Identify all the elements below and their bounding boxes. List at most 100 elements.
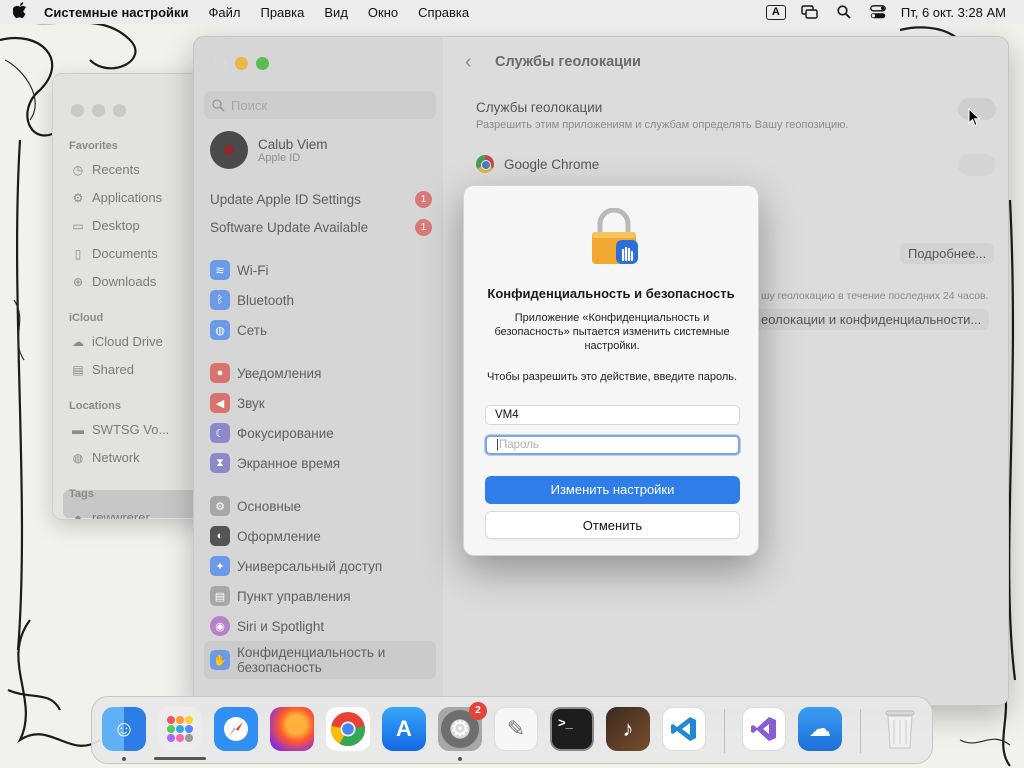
profile-sub: Apple ID: [258, 151, 301, 164]
sidebar-item-label: Звук: [237, 395, 265, 411]
control-center-icon[interactable]: [861, 5, 895, 19]
finder-item-documents[interactable]: ▯ Documents: [71, 246, 158, 261]
bluetooth-icon: ᛒ: [210, 290, 230, 310]
sidebar-item-notifications[interactable]: ● Уведомления: [210, 363, 321, 383]
software-update-notice[interactable]: Software Update Available 1: [210, 219, 432, 236]
settings-search-field[interactable]: Поиск: [204, 91, 436, 119]
menu-file[interactable]: Файл: [199, 5, 251, 20]
finder-minimize-button[interactable]: [92, 104, 105, 117]
trash-icon[interactable]: [878, 707, 922, 751]
finder-item-applications[interactable]: ⚙ Applications: [71, 190, 163, 205]
siri-icon: ◉: [210, 616, 230, 636]
tag-dot-icon: ●: [74, 510, 82, 520]
sidebar-item-wifi[interactable]: ≋ Wi-Fi: [210, 260, 268, 280]
back-chevron-icon[interactable]: ‹: [465, 51, 472, 74]
bell-icon: ●: [210, 363, 230, 383]
terminal-icon[interactable]: >_: [550, 707, 594, 751]
download-icon: ⊕: [72, 274, 84, 289]
vscode-icon[interactable]: [662, 707, 706, 751]
instruments-icon[interactable]: ♪: [606, 707, 650, 751]
launchpad-underline: [154, 757, 206, 760]
finder-item-shared[interactable]: ▤ Shared: [71, 362, 134, 377]
sidebar-item-label: Wi-Fi: [237, 262, 269, 278]
sidebar-item-label: Bluetooth: [237, 292, 295, 308]
sidebar-item-siri[interactable]: ◉ Siri и Spotlight: [210, 616, 324, 636]
apple-id-profile[interactable]: Calub Viem Apple ID: [210, 131, 328, 169]
sidebar-item-privacy[interactable]: ✋ Конфиденциальность и безопасность: [204, 641, 436, 679]
finder-item-tag[interactable]: ● rewwrerer: [71, 510, 149, 520]
authentication-dialog: Конфиденциальность и безопасность Прилож…: [463, 185, 759, 556]
speaker-icon: ◀: [210, 393, 230, 413]
firefox-icon[interactable]: [270, 707, 314, 751]
finder-item-label: Applications: [92, 190, 163, 205]
running-indicator: [122, 757, 126, 761]
sidebar-item-label: Конфиденциальность и безопасность: [237, 645, 386, 675]
finder-item-icloud-drive[interactable]: ☁ iCloud Drive: [71, 334, 163, 349]
sidebar-item-accessibility[interactable]: ✦ Универсальный доступ: [210, 556, 382, 576]
modify-settings-button[interactable]: Изменить настройки: [485, 476, 740, 504]
applications-icon: ⚙: [72, 190, 84, 205]
launchpad-icon[interactable]: [158, 707, 202, 751]
sidebar-item-focus[interactable]: ☾ Фокусирование: [210, 423, 334, 443]
sidebar-item-label: Фокусирование: [237, 425, 334, 441]
app-row-label: Google Chrome: [504, 156, 600, 172]
username-field[interactable]: VM4: [485, 405, 740, 425]
clock-icon: ◷: [72, 162, 84, 177]
accessibility-icon: ✦: [210, 556, 230, 576]
details-button[interactable]: Подробнее...: [900, 243, 995, 264]
globe-icon: ◍: [72, 450, 84, 465]
finder-section-favorites: Favorites: [69, 140, 118, 152]
menu-clock[interactable]: Пт, 6 окт. 3:28 AM: [895, 5, 1006, 20]
spotlight-search-icon[interactable]: [827, 5, 861, 19]
apple-menu-icon[interactable]: [0, 2, 40, 22]
menu-help[interactable]: Справка: [408, 5, 479, 20]
sidebar-item-sound[interactable]: ◀ Звук: [210, 393, 265, 413]
update-apple-id-notice[interactable]: Update Apple ID Settings 1: [210, 191, 432, 208]
visual-studio-icon[interactable]: [742, 707, 786, 751]
chrome-location-toggle[interactable]: [958, 154, 996, 176]
safari-icon[interactable]: [214, 707, 258, 751]
sidebar-item-network[interactable]: ◍ Сеть: [210, 320, 267, 340]
settings-zoom-button[interactable]: [256, 57, 269, 70]
finder-zoom-button[interactable]: [113, 104, 126, 117]
finder-close-button[interactable]: [71, 104, 84, 117]
finder-icon[interactable]: ☺: [102, 707, 146, 751]
screen-mirroring-icon[interactable]: [793, 5, 827, 19]
finder-item-volume[interactable]: ▬ SWTSG Vo...: [71, 422, 169, 437]
input-source-icon[interactable]: A: [759, 4, 793, 20]
finder-item-label: Desktop: [92, 218, 140, 233]
sidebar-item-control-center[interactable]: ▤ Пункт управления: [210, 586, 351, 606]
chrome-icon[interactable]: [326, 707, 370, 751]
weather-icon[interactable]: ☁: [798, 707, 842, 751]
settings-close-button[interactable]: [214, 57, 227, 70]
settings-minimize-button[interactable]: [235, 57, 248, 70]
app-store-icon[interactable]: A: [382, 707, 426, 751]
location-services-title: Службы геолокации: [476, 100, 603, 115]
sidebar-item-appearance[interactable]: ◐ Оформление: [210, 526, 321, 546]
sidebar-item-bluetooth[interactable]: ᛒ Bluetooth: [210, 290, 294, 310]
menu-edit[interactable]: Правка: [250, 5, 314, 20]
textedit-icon[interactable]: ✎: [494, 707, 538, 751]
password-placeholder: Пароль: [499, 439, 539, 451]
finder-window-controls: [71, 104, 126, 117]
menu-view[interactable]: Вид: [314, 5, 358, 20]
finder-item-desktop[interactable]: ▭ Desktop: [71, 218, 140, 233]
cancel-button[interactable]: Отменить: [485, 511, 740, 539]
settings-sidebar: Поиск Calub Viem Apple ID Update Apple I…: [194, 37, 443, 705]
sidebar-item-label: Уведомления: [237, 365, 322, 381]
finder-item-network[interactable]: ◍ Network: [71, 450, 140, 465]
password-field[interactable]: |Пароль: [485, 435, 740, 455]
wifi-icon: ≋: [210, 260, 230, 280]
finder-item-recents[interactable]: ◷ Recents: [71, 162, 140, 177]
sidebar-item-screen-time[interactable]: ⧗ Экранное время: [210, 453, 340, 473]
location-privacy-button[interactable]: еолокации и конфиденциальности...: [753, 309, 990, 330]
finder-item-downloads[interactable]: ⊕ Downloads: [71, 274, 156, 289]
drive-icon: ▬: [72, 422, 84, 437]
finder-item-label: iCloud Drive: [92, 334, 163, 349]
notice-badge: 1: [415, 219, 432, 236]
finder-item-label: Shared: [92, 362, 134, 377]
sidebar-item-general[interactable]: ⚙ Основные: [210, 496, 301, 516]
menu-window[interactable]: Окно: [358, 5, 408, 20]
menu-app-name[interactable]: Системные настройки: [40, 5, 199, 20]
hourglass-icon: ⧗: [210, 453, 230, 473]
